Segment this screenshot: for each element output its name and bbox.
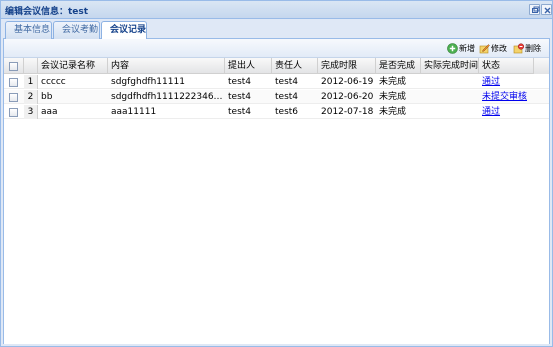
row-number: 2 <box>24 90 38 104</box>
add-button[interactable]: 新增 <box>447 42 477 55</box>
tab-basic-info[interactable]: 基本信息 <box>5 21 52 39</box>
grid-header: 会议记录名称 内容 提出人 责任人 完成时限 是否完成 实际完成时间 状态 <box>4 58 549 74</box>
cell-actual-date <box>421 90 479 104</box>
cell-due-date: 2012-07-18 <box>321 107 374 117</box>
cell-status: 通过 <box>479 75 534 89</box>
table-row[interactable]: 1 ccccc sdgfghdfh11111 test4 test4 2012-… <box>4 75 549 89</box>
table-row[interactable]: 3 aaa aaa11111 test4 test6 2012-07-18 未完… <box>4 105 549 119</box>
row-checkbox[interactable] <box>9 93 18 102</box>
grid-toolbar: 新增 修改 删除 <box>4 39 549 58</box>
edit-button[interactable]: 修改 <box>479 42 511 55</box>
table-row[interactable]: 2 bb sdgdfhdfh1111222346666666666 test4 … <box>4 90 549 104</box>
cell-due-date: 2012-06-20 <box>321 92 374 102</box>
cell-owner: test6 <box>275 107 299 117</box>
delete-button-label: 删除 <box>525 44 541 53</box>
tab-meeting-records[interactable]: 会议记录 <box>101 21 147 40</box>
close-icon[interactable] <box>541 4 552 15</box>
column-header-status[interactable]: 状态 <box>479 58 534 74</box>
delete-button[interactable]: 删除 <box>513 42 547 55</box>
column-header-name[interactable]: 会议记录名称 <box>38 58 108 74</box>
cell-actual-date <box>421 75 479 89</box>
window-titlebar[interactable]: 编辑会议信息：test <box>1 1 552 19</box>
edit-meeting-window: 编辑会议信息：test 基本信息 会议考勤 会议记录 新增 修改 删除 会议记录… <box>0 0 553 347</box>
row-checkbox-cell[interactable] <box>4 75 24 89</box>
cell-name: ccccc <box>41 77 66 87</box>
tab-meeting-attendance[interactable]: 会议考勤 <box>53 21 100 39</box>
cell-content: aaa11111 <box>111 107 157 117</box>
cell-status: 通过 <box>479 105 534 119</box>
row-number: 1 <box>24 75 38 89</box>
cell-proposer: test4 <box>228 77 252 87</box>
edit-icon <box>479 44 490 54</box>
column-header-owner[interactable]: 责任人 <box>272 58 318 74</box>
cell-owner: test4 <box>275 92 299 102</box>
cell-completed: 未完成 <box>379 92 407 102</box>
cell-proposer: test4 <box>228 92 252 102</box>
column-header-actual-date[interactable]: 实际完成时间 <box>421 58 479 74</box>
status-link[interactable]: 通过 <box>482 77 500 87</box>
row-checkbox[interactable] <box>9 108 18 117</box>
window-title: 编辑会议信息：test <box>5 7 89 17</box>
cell-proposer: test4 <box>228 107 252 117</box>
cell-due-date: 2012-06-19 <box>321 77 374 87</box>
meeting-records-panel: 新增 修改 删除 会议记录名称 内容 提出人 责任人 完成时限 是否完成 实际完… <box>3 39 550 344</box>
add-button-label: 新增 <box>459 44 475 53</box>
cell-content: sdgfghdfh11111 <box>111 77 185 87</box>
select-all-checkbox[interactable] <box>9 62 18 71</box>
cell-completed: 未完成 <box>379 77 407 87</box>
select-all-checkbox-cell[interactable] <box>4 58 24 74</box>
column-header-content[interactable]: 内容 <box>108 58 225 74</box>
tab-strip: 基本信息 会议考勤 会议记录 <box>3 20 550 40</box>
row-checkbox[interactable] <box>9 78 18 87</box>
status-link[interactable]: 未提交审核 <box>482 92 527 102</box>
cell-content: sdgdfhdfh1111222346666666666 <box>111 92 225 102</box>
delete-icon <box>513 43 524 54</box>
edit-button-label: 修改 <box>491 44 507 53</box>
cell-completed: 未完成 <box>379 107 407 117</box>
rownum-header <box>24 58 38 74</box>
restore-icon[interactable] <box>529 4 540 15</box>
column-header-proposer[interactable]: 提出人 <box>225 58 272 74</box>
column-header-due-date[interactable]: 完成时限 <box>318 58 376 74</box>
meeting-records-grid: 会议记录名称 内容 提出人 责任人 完成时限 是否完成 实际完成时间 状态 1 … <box>4 58 549 344</box>
cell-actual-date <box>421 105 479 119</box>
cell-status: 未提交审核 <box>479 90 534 104</box>
header-scroll-spacer <box>534 58 549 74</box>
cell-owner: test4 <box>275 77 299 87</box>
row-number: 3 <box>24 105 38 119</box>
cell-name: aaa <box>41 107 58 117</box>
column-header-completed[interactable]: 是否完成 <box>376 58 421 74</box>
row-checkbox-cell[interactable] <box>4 105 24 119</box>
cell-name: bb <box>41 92 53 102</box>
row-checkbox-cell[interactable] <box>4 90 24 104</box>
add-icon <box>447 43 458 54</box>
status-link[interactable]: 通过 <box>482 107 500 117</box>
